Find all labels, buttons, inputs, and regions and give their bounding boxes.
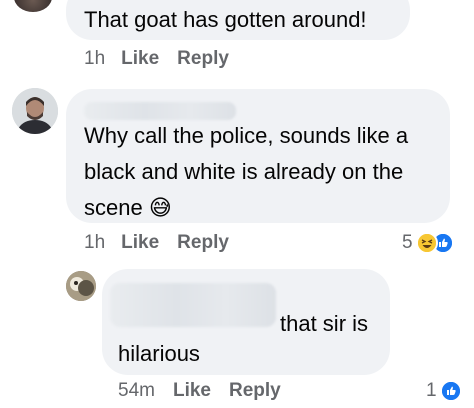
reaction-count: 1 bbox=[426, 380, 437, 401]
comment-actions: 1h Like Reply bbox=[84, 230, 229, 256]
comment-text: that sir is bbox=[280, 311, 369, 336]
like-button[interactable]: Like bbox=[121, 48, 159, 70]
avatar[interactable] bbox=[66, 271, 96, 301]
comment-text: Why call the police, sounds like a black… bbox=[84, 118, 444, 226]
comment-actions: 1h Like Reply bbox=[84, 46, 229, 72]
comment-timestamp[interactable]: 54m bbox=[118, 380, 155, 402]
avatar[interactable] bbox=[12, 88, 58, 134]
like-button[interactable]: Like bbox=[121, 232, 159, 254]
comment-actions: 54m Like Reply bbox=[118, 378, 281, 404]
grinning-sweat-emoji-icon: 😅 bbox=[148, 195, 172, 220]
comment-text: hilarious bbox=[118, 341, 200, 366]
comment-timestamp[interactable]: 1h bbox=[84, 48, 105, 70]
like-icon bbox=[439, 380, 462, 402]
like-button[interactable]: Like bbox=[173, 380, 211, 402]
comment-text: That goat has gotten around! bbox=[84, 7, 367, 32]
reaction-count: 5 bbox=[402, 232, 413, 253]
profile-photo bbox=[12, 88, 58, 134]
avatar[interactable] bbox=[14, 0, 52, 12]
comment-timestamp[interactable]: 1h bbox=[84, 232, 105, 254]
haha-icon bbox=[415, 232, 438, 254]
reaction-summary[interactable]: 5 bbox=[402, 230, 454, 256]
reply-button[interactable]: Reply bbox=[229, 380, 281, 402]
commenter-name[interactable] bbox=[110, 283, 276, 327]
reply-button[interactable]: Reply bbox=[177, 232, 229, 254]
reply-button[interactable]: Reply bbox=[177, 48, 229, 70]
reaction-summary[interactable]: 1 bbox=[426, 378, 462, 404]
comment-text-body: Why call the police, sounds like a black… bbox=[84, 123, 409, 220]
profile-photo bbox=[66, 271, 96, 301]
